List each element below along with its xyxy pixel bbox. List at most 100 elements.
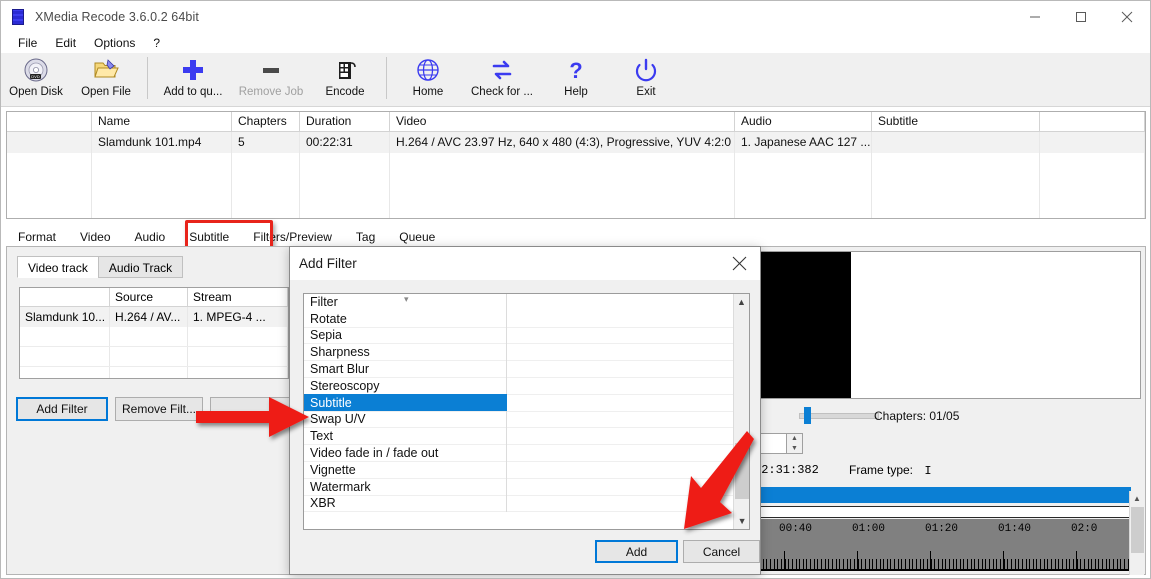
column-header-extra[interactable] <box>1040 112 1145 131</box>
cell-empty <box>735 216 872 218</box>
tab-subtitle[interactable]: Subtitle <box>177 226 242 247</box>
cell-video: H.264 / AVC 23.97 Hz, 640 x 480 (4:3), P… <box>390 132 735 153</box>
column-header-blank[interactable] <box>7 112 92 131</box>
chevron-down-icon[interactable]: ▼ <box>734 513 749 529</box>
filter-list-scrollbar[interactable]: ▲ ▼ <box>733 294 749 529</box>
table-row[interactable] <box>20 327 288 347</box>
toolbar-button-help[interactable]: ? Help <box>541 53 611 105</box>
tab-filters-preview[interactable]: Filters/Preview <box>241 226 344 247</box>
list-item-selected[interactable]: Subtitle <box>304 394 734 412</box>
list-item[interactable]: Watermark <box>304 478 734 496</box>
timeline-selection-bar[interactable] <box>757 506 1131 518</box>
timeline-scrollbar[interactable]: ▲ <box>1129 491 1144 575</box>
subtab-audio-track[interactable]: Audio Track <box>97 256 184 278</box>
column-header-chapters[interactable]: Chapters <box>232 112 300 131</box>
column-header-name[interactable]: Name <box>92 112 232 131</box>
table-row[interactable]: Slamdunk 10... H.264 / AV... 1. MPEG-4 .… <box>20 307 288 327</box>
timeline-ruler[interactable]: 00:40 01:00 01:20 01:40 02:0 <box>757 519 1131 571</box>
cell-source-file: Slamdunk 10... <box>20 307 110 327</box>
track-table[interactable]: Source Stream Slamdunk 10... H.264 / AV.… <box>19 287 289 379</box>
tab-video[interactable]: Video <box>68 226 123 247</box>
table-row[interactable] <box>20 347 288 367</box>
toolbar-button-open-disk[interactable]: DVD Open Disk <box>1 53 71 105</box>
preview-panel: Chapters: 01/05 ▲ ▼ 22:31:382 Frame type… <box>744 246 1146 575</box>
list-item[interactable]: Video fade in / fade out <box>304 444 734 462</box>
list-item[interactable]: Smart Blur <box>304 360 734 378</box>
toolbar-button-open-file[interactable]: Open File <box>71 53 141 105</box>
toolbar-button-encode[interactable]: Encode <box>310 53 380 105</box>
track-column-source[interactable]: Source <box>110 288 188 306</box>
toolbar-button-check-for-updates[interactable]: Check for ... <box>463 53 541 105</box>
toolbar: DVD Open Disk Open File Add to qu... Rem… <box>1 53 1150 107</box>
list-item[interactable]: Text <box>304 427 734 446</box>
table-row[interactable]: Slamdunk 101.mp4 5 00:22:31 H.264 / AVC … <box>7 132 1145 153</box>
minimize-icon[interactable] <box>1012 1 1058 32</box>
cell-empty <box>872 216 1040 218</box>
position-slider-track[interactable] <box>799 413 879 419</box>
timeline-progress-bar[interactable] <box>757 487 1131 503</box>
list-item[interactable]: Sepia <box>304 327 734 345</box>
toolbar-button-exit[interactable]: Exit <box>611 53 681 105</box>
scrollbar-thumb[interactable] <box>735 443 749 499</box>
tab-format[interactable]: Format <box>6 226 69 247</box>
menu-item-edit[interactable]: Edit <box>46 34 85 52</box>
menu-item-file[interactable]: File <box>9 34 46 52</box>
third-filter-button[interactable] <box>210 397 290 421</box>
menu-item-help[interactable]: ? <box>144 34 169 52</box>
tab-queue[interactable]: Queue <box>387 226 448 247</box>
tab-audio[interactable]: Audio <box>122 226 178 247</box>
toolbar-button-home[interactable]: Home <box>393 53 463 105</box>
track-column-blank[interactable] <box>20 288 110 306</box>
table-row[interactable] <box>7 174 1145 195</box>
chapter-spin-buttons[interactable]: ▲ ▼ <box>786 433 803 454</box>
list-item[interactable]: Sharpness <box>304 343 734 362</box>
table-row[interactable] <box>7 195 1145 216</box>
filter-list[interactable]: ▾ Filter Rotate Sepia Sharpness Smart Bl… <box>303 293 750 530</box>
close-icon[interactable] <box>1104 1 1150 32</box>
file-list-table[interactable]: Name Chapters Duration Video Audio Subti… <box>6 111 1146 219</box>
list-item[interactable]: Swap U/V <box>304 411 734 429</box>
spin-down-icon[interactable]: ▼ <box>787 444 802 454</box>
toolbar-button-remove-job[interactable]: Remove Job <box>232 53 310 105</box>
table-row[interactable] <box>7 153 1145 174</box>
column-header-video[interactable]: Video <box>390 112 735 131</box>
table-row[interactable] <box>20 367 288 378</box>
cell-empty <box>7 174 92 195</box>
ruler-label: 02:0 <box>1071 523 1098 535</box>
spin-up-icon[interactable]: ▲ <box>787 434 802 444</box>
menu-item-options[interactable]: Options <box>85 34 144 52</box>
track-column-stream[interactable]: Stream <box>188 288 288 306</box>
close-icon[interactable] <box>718 247 760 280</box>
preview-area[interactable] <box>758 251 1141 399</box>
cell-empty <box>92 216 232 218</box>
tab-tag[interactable]: Tag <box>343 226 388 247</box>
chevron-up-icon[interactable]: ▲ <box>734 294 749 310</box>
list-item[interactable]: Rotate <box>304 310 734 328</box>
toolbar-label: Encode <box>325 86 365 98</box>
column-header-duration[interactable]: Duration <box>300 112 390 131</box>
scrollbar-thumb[interactable] <box>1131 507 1144 553</box>
cell-empty <box>232 174 300 195</box>
dialog-cancel-button[interactable]: Cancel <box>683 540 760 563</box>
chevron-down-icon[interactable]: ▾ <box>404 295 409 304</box>
chevron-up-icon[interactable]: ▲ <box>1130 491 1144 506</box>
maximize-icon[interactable] <box>1058 1 1104 32</box>
position-slider-thumb[interactable] <box>804 407 811 424</box>
cell-blank <box>7 132 92 153</box>
column-header-subtitle[interactable]: Subtitle <box>872 112 1040 131</box>
dialog-add-button[interactable]: Add <box>595 540 678 563</box>
remove-filter-button[interactable]: Remove Filt... <box>115 397 203 421</box>
toolbar-button-add-to-queue[interactable]: Add to qu... <box>154 53 232 105</box>
list-item[interactable]: Stereoscopy <box>304 377 734 395</box>
table-row[interactable] <box>7 216 1145 218</box>
cell-empty <box>390 216 735 218</box>
cell-empty <box>390 195 735 216</box>
list-item[interactable]: XBR <box>304 495 734 513</box>
subtab-video-track[interactable]: Video track <box>17 256 99 278</box>
column-header-audio[interactable]: Audio <box>735 112 872 131</box>
list-item[interactable]: Vignette <box>304 461 734 479</box>
filter-list-column-header[interactable]: Filter <box>304 294 733 311</box>
add-filter-button[interactable]: Add Filter <box>16 397 108 421</box>
cell-empty <box>110 347 188 366</box>
filter-item-label: Video fade in / fade out <box>304 444 507 462</box>
